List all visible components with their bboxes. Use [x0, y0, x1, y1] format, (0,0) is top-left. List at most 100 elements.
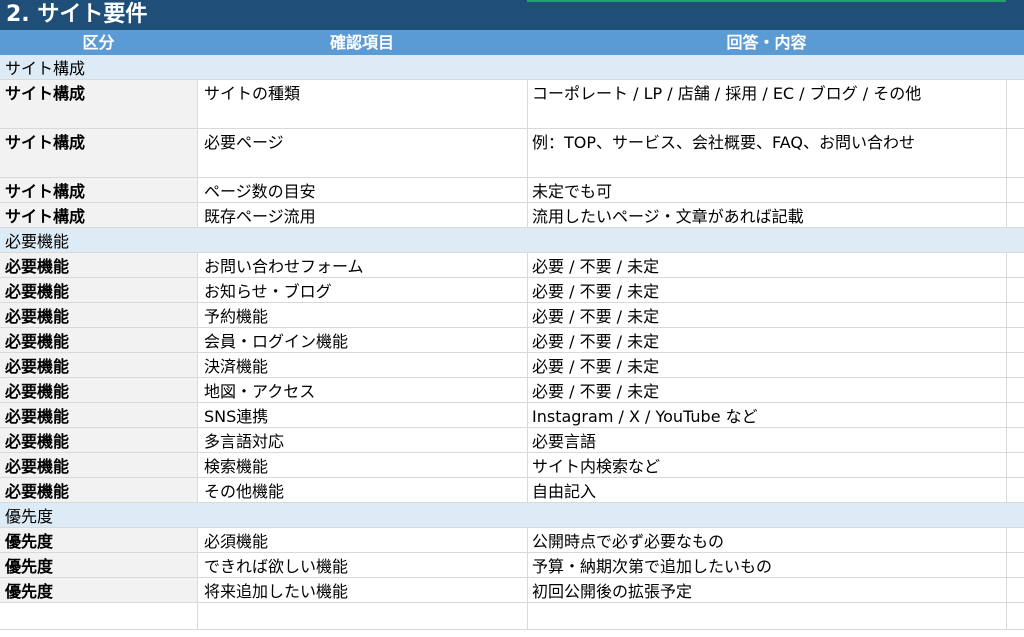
answer-cell[interactable]: 必要 / 不要 / 未定	[527, 328, 1006, 352]
cell[interactable]	[1006, 553, 1024, 577]
category-cell[interactable]: 必要機能	[0, 453, 197, 477]
category-cell[interactable]: 必要機能	[0, 253, 197, 277]
answer-cell[interactable]: 必要 / 不要 / 未定	[527, 253, 1006, 277]
answer-cell[interactable]: サイト内検索など	[527, 453, 1006, 477]
answer-cell[interactable]: 必要 / 不要 / 未定	[527, 353, 1006, 377]
column-header-item[interactable]: 確認項目	[197, 30, 527, 55]
answer-cell[interactable]: 例：TOP、サービス、会社概要、FAQ、お問い合わせ	[527, 129, 1006, 177]
cell[interactable]	[1006, 129, 1024, 177]
cell[interactable]	[1006, 378, 1024, 402]
cell[interactable]	[1006, 578, 1024, 602]
category-cell[interactable]: 優先度	[0, 528, 197, 552]
table-row: サイト構成 サイトの種類 コーポレート / LP / 店舗 / 採用 / EC / …	[0, 80, 1024, 129]
answer-cell[interactable]: コーポレート / LP / 店舗 / 採用 / EC / ブログ / その他	[527, 80, 1006, 128]
item-cell[interactable]: 将来追加したい機能	[197, 578, 527, 602]
cell[interactable]	[0, 603, 197, 629]
cell[interactable]	[1006, 503, 1024, 527]
item-cell[interactable]: 検索機能	[197, 453, 527, 477]
column-header-answer[interactable]: 回答・内容	[527, 30, 1006, 55]
category-cell[interactable]: サイト構成	[0, 80, 197, 128]
item-cell[interactable]: 必要ページ	[197, 129, 527, 177]
item-cell[interactable]: お知らせ・ブログ	[197, 278, 527, 302]
table-row: 必要機能 お知らせ・ブログ 必要 / 不要 / 未定	[0, 278, 1024, 303]
cell[interactable]	[1006, 603, 1024, 629]
answer-cell[interactable]: 必要 / 不要 / 未定	[527, 278, 1006, 302]
answer-cell[interactable]: 必要 / 不要 / 未定	[527, 303, 1006, 327]
table-row: 必要機能 その他機能 自由記入	[0, 478, 1024, 503]
category-cell[interactable]: 優先度	[0, 553, 197, 577]
cell[interactable]	[1006, 428, 1024, 452]
cell[interactable]	[527, 603, 1006, 629]
cell[interactable]	[1006, 278, 1024, 302]
category-cell[interactable]: 必要機能	[0, 478, 197, 502]
item-cell[interactable]: お問い合わせフォーム	[197, 253, 527, 277]
item-cell[interactable]: サイトの種類	[197, 80, 527, 128]
cell[interactable]	[1006, 80, 1024, 128]
item-cell[interactable]: 地図・アクセス	[197, 378, 527, 402]
answer-cell[interactable]: Instagram / X / YouTube など	[527, 403, 1006, 427]
table-row: サイト構成 ページ数の目安 未定でも可	[0, 178, 1024, 203]
sheet-title: 2. サイト要件	[6, 2, 148, 27]
category-cell[interactable]: 必要機能	[0, 403, 197, 427]
category-cell[interactable]: 必要機能	[0, 378, 197, 402]
cell[interactable]	[1006, 453, 1024, 477]
item-cell[interactable]: その他機能	[197, 478, 527, 502]
cell[interactable]	[1006, 253, 1024, 277]
answer-cell[interactable]: 予算・納期次第で追加したいもの	[527, 553, 1006, 577]
category-cell[interactable]: 必要機能	[0, 428, 197, 452]
section-label[interactable]: 優先度	[0, 503, 197, 527]
cell[interactable]	[1006, 403, 1024, 427]
table-row: サイト構成 必要ページ 例：TOP、サービス、会社概要、FAQ、お問い合わせ	[0, 129, 1024, 178]
item-cell[interactable]: 予約機能	[197, 303, 527, 327]
answer-cell[interactable]: 必要言語	[527, 428, 1006, 452]
item-cell[interactable]: SNS連携	[197, 403, 527, 427]
category-cell[interactable]: サイト構成	[0, 203, 197, 227]
table-row: 必要機能 SNS連携 Instagram / X / YouTube など	[0, 403, 1024, 428]
item-cell[interactable]: 必須機能	[197, 528, 527, 552]
category-cell[interactable]: 必要機能	[0, 278, 197, 302]
category-cell[interactable]: サイト構成	[0, 129, 197, 177]
cell[interactable]	[1006, 328, 1024, 352]
table-row: 必要機能 お問い合わせフォーム 必要 / 不要 / 未定	[0, 253, 1024, 278]
answer-cell[interactable]: 未定でも可	[527, 178, 1006, 202]
spreadsheet: 2. サイト要件 区分 確認項目 回答・内容 サイト構成 サイト構成 サイトの種類コ…	[0, 0, 1024, 637]
table-row: 必要機能 地図・アクセス 必要 / 不要 / 未定	[0, 378, 1024, 403]
section-label[interactable]: 必要機能	[0, 228, 197, 252]
table-header: 区分 確認項目 回答・内容	[0, 30, 1024, 55]
item-cell[interactable]: できれば欲しい機能	[197, 553, 527, 577]
cell[interactable]	[1006, 228, 1024, 252]
item-cell[interactable]: 会員・ログイン機能	[197, 328, 527, 352]
section-row: サイト構成	[0, 55, 1024, 80]
sheet-title-row[interactable]: 2. サイト要件	[0, 0, 1024, 30]
cell[interactable]	[1006, 478, 1024, 502]
item-cell[interactable]: ページ数の目安	[197, 178, 527, 202]
table-row: サイト構成 既存ページ流用 流用したいページ・文章があれば記載	[0, 203, 1024, 228]
column-header-category[interactable]: 区分	[0, 30, 197, 55]
cell[interactable]	[1006, 303, 1024, 327]
answer-cell[interactable]: 公開時点で必ず必要なもの	[527, 528, 1006, 552]
category-cell[interactable]: サイト構成	[0, 178, 197, 202]
table-row: 必要機能 検索機能 サイト内検索など	[0, 453, 1024, 478]
cell[interactable]	[1006, 178, 1024, 202]
section-label[interactable]: サイト構成	[0, 55, 197, 79]
cell[interactable]	[1006, 55, 1024, 79]
item-cell[interactable]: 既存ページ流用	[197, 203, 527, 227]
answer-cell[interactable]: 初回公開後の拡張予定	[527, 578, 1006, 602]
cell[interactable]	[197, 603, 527, 629]
cell[interactable]	[1006, 528, 1024, 552]
answer-cell[interactable]: 流用したいページ・文章があれば記載	[527, 203, 1006, 227]
cell[interactable]	[1006, 203, 1024, 227]
table-row: 優先度 将来追加したい機能 初回公開後の拡張予定	[0, 578, 1024, 603]
item-cell[interactable]: 多言語対応	[197, 428, 527, 452]
category-cell[interactable]: 必要機能	[0, 328, 197, 352]
category-cell[interactable]: 必要機能	[0, 353, 197, 377]
item-cell[interactable]: 決済機能	[197, 353, 527, 377]
category-cell[interactable]: 必要機能	[0, 303, 197, 327]
category-cell[interactable]: 優先度	[0, 578, 197, 602]
table-row: 優先度 必須機能 公開時点で必ず必要なもの	[0, 528, 1024, 553]
answer-cell[interactable]: 自由記入	[527, 478, 1006, 502]
table-row: 必要機能 予約機能 必要 / 不要 / 未定	[0, 303, 1024, 328]
cell[interactable]	[1006, 353, 1024, 377]
section-row: 必要機能	[0, 228, 1024, 253]
answer-cell[interactable]: 必要 / 不要 / 未定	[527, 378, 1006, 402]
